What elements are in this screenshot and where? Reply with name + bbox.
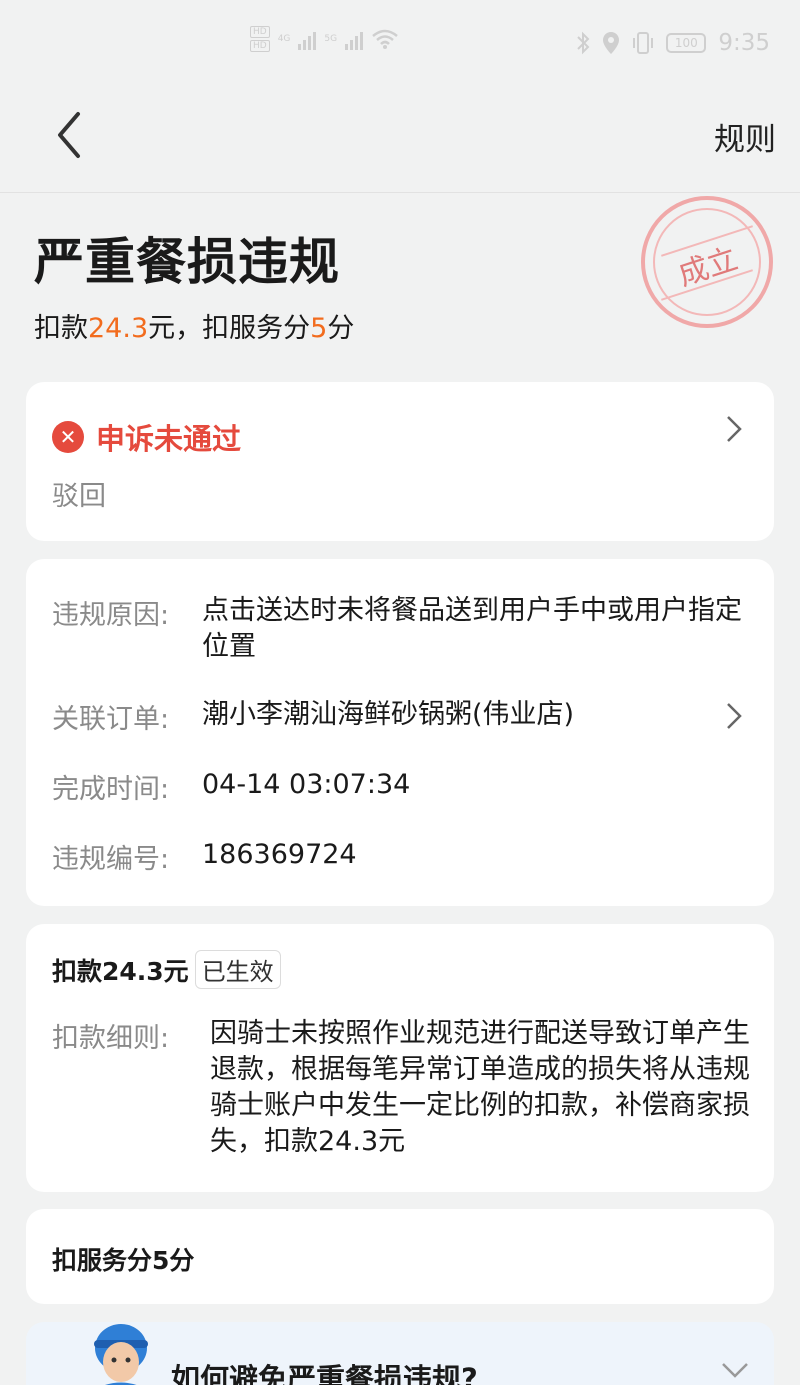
deduction-card: 扣款24.3元 已生效 扣款细则: 因骑士未按照作业规范进行配送导致订单产生退款… [26,924,774,1192]
status-badge: 已生效 [194,950,281,989]
info-value: 186369724 [202,839,357,870]
appeal-result-detail: 驳回 [52,481,106,512]
deduction-title: 扣款24.3元 [52,956,189,986]
score-amount: 5 [310,313,328,344]
established-stamp: 成立 [641,196,773,328]
system-status: 100 9:35 [576,30,770,56]
summary-prefix: 扣款 [34,313,88,344]
info-label: 违规原因: [52,600,170,631]
back-arrow-icon[interactable] [52,110,92,160]
hd-badges: HD HD [250,26,270,52]
info-label: 完成时间: [52,774,170,805]
close-circle-icon: ✕ [52,421,84,453]
clock: 9:35 [718,30,770,56]
network-type: 4G [277,34,291,44]
page-title: 严重餐损违规 [34,233,340,291]
status-bar: HD HD 4G 5G 100 9:35 [0,0,800,90]
info-row-id: 违规编号: 186369724 [52,837,742,876]
deduct-amount: 24.3 [88,313,149,344]
info-label: 关联订单: [52,704,170,735]
penalty-summary: 扣款24.3元，扣服务分5分 [34,306,354,345]
network-type: 5G [324,34,338,44]
appeal-status-card[interactable]: ✕ 申诉未通过 驳回 [26,382,774,541]
rules-link[interactable]: 规则 [714,114,776,159]
vibrate-icon [633,32,654,54]
info-value[interactable]: 潮小李潮汕海鲜砂锅粥(伟业店) [202,697,742,736]
info-value: 04-14 03:07:34 [202,769,411,800]
avoid-tip-card[interactable]: 如何避免严重餐损违规? [26,1322,774,1385]
deduction-rule-text: 因骑士未按照作业规范进行配送导致订单产生退款，根据每笔异常订单造成的损失将从违规… [210,1018,750,1157]
summary-mid: 元，扣服务分 [148,313,311,344]
info-row-reason: 违规原因: 点击送达时未将餐品送到用户手中或用户指定位置 [52,593,742,665]
avoid-tip-title: 如何避免严重餐损违规? [171,1362,478,1385]
deduction-rule-row: 扣款细则: 因骑士未按照作业规范进行配送导致订单产生退款，根据每笔异常订单造成的… [52,1016,750,1160]
chevron-right-icon[interactable] [724,414,744,444]
deduction-header: 扣款24.3元 已生效 [52,950,281,989]
nav-bar: 规则 [0,90,800,193]
chevron-right-icon[interactable] [724,701,744,731]
info-row-time: 完成时间: 04-14 03:07:34 [52,767,742,806]
signal-icon [298,28,317,50]
appeal-status: ✕ 申诉未通过 [52,416,241,458]
battery-icon: 100 [666,33,707,53]
info-row-order[interactable]: 关联订单: 潮小李潮汕海鲜砂锅粥(伟业店) [52,697,742,736]
chevron-down-icon[interactable] [720,1360,750,1380]
hd-badge: HD [250,26,270,38]
service-score-card: 扣服务分5分 [26,1209,774,1304]
summary-suffix: 分 [327,313,355,344]
bluetooth-icon [577,31,590,55]
service-score-title: 扣服务分5分 [52,1246,195,1275]
location-icon [603,32,620,54]
info-label: 扣款细则: [52,1023,170,1054]
network-status: HD HD 4G 5G [250,26,399,52]
signal-icon [345,28,364,50]
info-value: 点击送达时未将餐品送到用户手中或用户指定位置 [202,595,742,662]
hd-badge: HD [250,40,270,52]
appeal-status-text: 申诉未通过 [96,422,242,456]
wifi-icon [372,29,398,49]
violation-info-card: 违规原因: 点击送达时未将餐品送到用户手中或用户指定位置 关联订单: 潮小李潮汕… [26,559,774,906]
rider-avatar [94,1324,148,1385]
info-label: 违规编号: [52,844,170,875]
